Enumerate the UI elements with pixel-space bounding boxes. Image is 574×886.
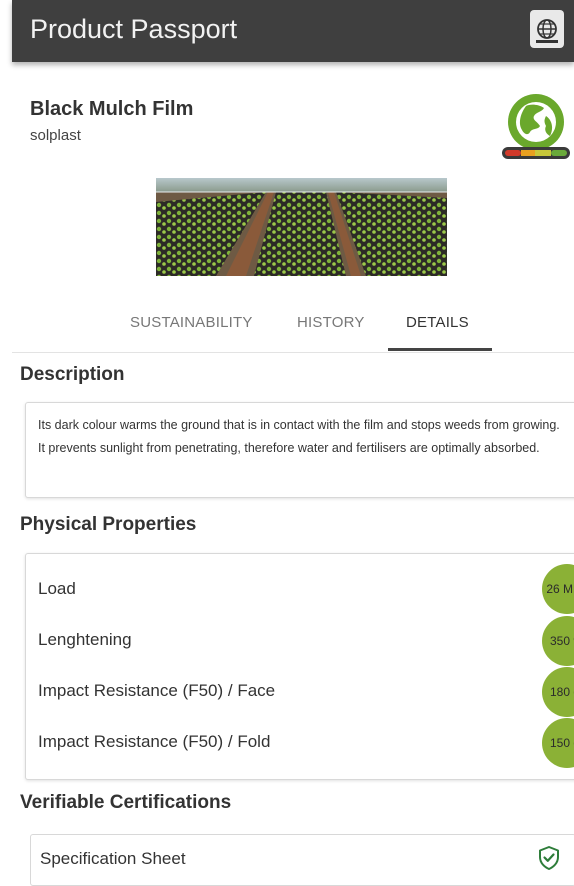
description-text: Its dark colour warms the ground that is… xyxy=(38,418,560,455)
property-value-badge: 150 gr xyxy=(542,718,574,768)
property-label: Impact Resistance (F50) / Fold xyxy=(38,732,271,751)
page-title: Product Passport xyxy=(30,14,238,44)
property-value-badge: 26 MPa xyxy=(542,564,574,614)
property-label: Lenghtening xyxy=(38,630,132,649)
earth-leaf-icon xyxy=(502,94,570,159)
tab-history[interactable]: HISTORY xyxy=(297,314,365,331)
rating-segment-yellow xyxy=(535,150,551,156)
tab-details[interactable]: DETAILS xyxy=(406,314,469,331)
rating-segment-red xyxy=(505,150,521,156)
property-value-badge: 180 gr xyxy=(542,667,574,717)
shield-check-icon xyxy=(539,846,559,870)
property-label: Impact Resistance (F50) / Face xyxy=(38,681,276,700)
active-tab-indicator xyxy=(388,348,492,351)
language-button[interactable] xyxy=(530,10,564,48)
physical-properties-title: Physical Properties xyxy=(20,514,197,535)
tab-sustainability[interactable]: SUSTAINABILITY xyxy=(130,314,253,331)
sustainability-badge[interactable] xyxy=(500,92,572,162)
app-header: Product Passport xyxy=(12,0,574,62)
product-name: Black Mulch Film xyxy=(30,98,194,120)
globe-icon xyxy=(537,19,557,39)
tab-bar: SUSTAINABILITY HISTORY DETAILS xyxy=(12,300,574,353)
certification-item[interactable]: Specification Sheet xyxy=(30,834,574,886)
product-brand: solplast xyxy=(30,127,81,144)
rating-segment-orange xyxy=(521,150,535,156)
description-title: Description xyxy=(20,364,125,385)
property-label: Load xyxy=(38,579,76,598)
physical-properties-card: Load 26 MPa Lenghtening 350 % Impact Res… xyxy=(25,553,574,780)
rating-segment-green xyxy=(551,150,567,156)
description-card: Its dark colour warms the ground that is… xyxy=(25,402,574,498)
certification-label: Specification Sheet xyxy=(40,849,186,868)
property-value-badge: 350 % xyxy=(542,616,574,666)
certifications-title: Verifiable Certifications xyxy=(20,792,232,813)
product-image xyxy=(156,178,447,276)
